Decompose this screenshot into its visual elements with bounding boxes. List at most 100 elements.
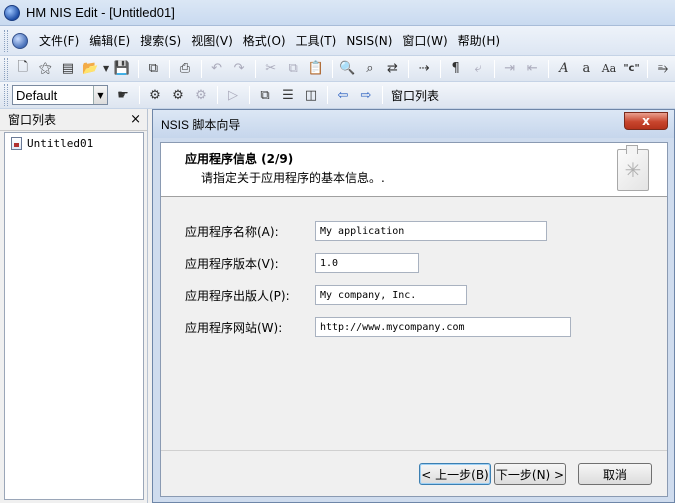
menu-view[interactable]: 视图(V): [186, 30, 238, 51]
run-icon[interactable]: ▷: [222, 85, 244, 105]
quote-icon[interactable]: "c": [621, 59, 643, 79]
goto-line-icon[interactable]: ⇢: [413, 59, 435, 79]
app-publisher-label: 应用程序出版人(P):: [185, 288, 290, 303]
save-icon[interactable]: 💾: [111, 59, 133, 79]
uppercase-icon[interactable]: Aa: [598, 59, 620, 79]
separator: [331, 59, 333, 78]
cascade-icon[interactable]: ⧉: [254, 85, 276, 105]
open-folder-icon[interactable]: 📂: [80, 59, 102, 79]
menu-tools[interactable]: 工具(T): [291, 30, 342, 51]
app-name-row: 应用程序名称(A): My application: [185, 221, 547, 241]
wizard-document-icon: ✳: [617, 145, 649, 191]
chevron-down-icon[interactable]: ▼: [93, 86, 107, 104]
compile-run-icon[interactable]: ⚙: [167, 85, 189, 105]
outdent-icon[interactable]: ⇤: [521, 59, 543, 79]
paragraph-mark-icon[interactable]: ¶: [445, 59, 467, 79]
app-version-label: 应用程序版本(V):: [185, 256, 279, 271]
separator: [254, 59, 256, 78]
app-publisher-field[interactable]: My company, Inc.: [315, 285, 467, 305]
separator: [169, 59, 171, 78]
lowercase-icon[interactable]: a: [576, 59, 598, 79]
list-item[interactable]: Untitled01: [11, 137, 137, 150]
replace-icon[interactable]: ⇄: [382, 59, 404, 79]
app-website-field[interactable]: http://www.mycompany.com: [315, 317, 571, 337]
print-icon[interactable]: ⎙: [174, 59, 196, 79]
toolbar-grip[interactable]: [4, 84, 8, 106]
main-toolbar: 🗋 ⚝ ▤ 📂 ▼ 💾 ⧉ ⎙ ↶ ↷ ✂ ⧉ 📋 🔍 ⌕ ⇄ ⇢ ¶ ⤶ ⇥ …: [0, 56, 675, 82]
find-next-icon[interactable]: ⌕: [359, 59, 381, 79]
toolbar-grip[interactable]: [4, 29, 8, 52]
cut-icon[interactable]: ✂: [260, 59, 282, 79]
wizard-icon[interactable]: ⚝: [35, 59, 57, 79]
app-publisher-row: 应用程序出版人(P): My company, Inc.: [185, 285, 467, 305]
window-list-button[interactable]: 窗口列表: [387, 87, 443, 104]
new-file-icon[interactable]: 🗋: [12, 59, 34, 79]
toolbar-grip[interactable]: [4, 57, 8, 80]
wizard-header: 应用程序信息 (2/9) 请指定关于应用程序的基本信息。. ✳: [161, 143, 667, 197]
insert-icon[interactable]: ⥱: [652, 59, 674, 79]
tile-horizontal-icon[interactable]: ☰: [277, 85, 299, 105]
tile-vertical-icon[interactable]: ◫: [300, 85, 322, 105]
save-all-icon[interactable]: ⧉: [143, 59, 165, 79]
undo-icon[interactable]: ↶: [206, 59, 228, 79]
dialog-title: NSIS 脚本向导: [161, 117, 241, 132]
title-bar: HM NIS Edit - [Untitled01]: [0, 0, 675, 26]
dropdown-arrow-icon[interactable]: ▼: [102, 59, 110, 79]
find-icon[interactable]: 🔍: [337, 59, 359, 79]
menu-format[interactable]: 格式(O): [238, 30, 291, 51]
template-icon[interactable]: ▤: [57, 59, 79, 79]
window-title: HM NIS Edit - [Untitled01]: [26, 5, 175, 20]
window-list: Untitled01: [4, 132, 144, 500]
wizard-step-title: 应用程序信息 (2/9): [185, 152, 294, 166]
separator: [439, 59, 441, 78]
copy-icon[interactable]: ⧉: [282, 59, 304, 79]
arrow-left-icon[interactable]: ⇦: [332, 85, 354, 105]
dialog-title-bar: NSIS 脚本向导 x: [153, 110, 674, 138]
cancel-button[interactable]: 取消: [578, 463, 652, 485]
window-list-panel: 窗口列表 × Untitled01: [0, 109, 148, 503]
stop-compile-icon[interactable]: ⚙: [190, 85, 212, 105]
style-combo-value: Default: [16, 87, 58, 103]
separator: [408, 59, 410, 78]
panel-title: 窗口列表: [8, 113, 57, 127]
menu-file[interactable]: 文件(F): [34, 30, 84, 51]
app-name-field[interactable]: My application: [315, 221, 547, 241]
app-name-label: 应用程序名称(A):: [185, 224, 279, 239]
back-button[interactable]: < 上一步(B): [419, 463, 491, 485]
app-website-row: 应用程序网站(W): http://www.mycompany.com: [185, 317, 571, 337]
separator: [647, 59, 649, 78]
app-website-label: 应用程序网站(W):: [185, 320, 283, 335]
list-item-label: Untitled01: [27, 137, 94, 150]
close-icon[interactable]: x: [624, 112, 668, 130]
separator: [139, 86, 140, 104]
close-icon[interactable]: ×: [130, 112, 141, 127]
next-button[interactable]: 下一步(N) >: [494, 463, 566, 485]
app-version-field[interactable]: 1.0: [315, 253, 419, 273]
footer-divider: [161, 450, 667, 451]
menu-window[interactable]: 窗口(W): [397, 30, 452, 51]
arrow-right-icon[interactable]: ⇨: [355, 85, 377, 105]
separator: [327, 86, 328, 104]
secondary-toolbar: Default ▼ ☛ ⚙ ⚙ ⚙ ▷ ⧉ ☰ ◫ ⇦ ⇨ 窗口列表: [0, 82, 675, 109]
hand-icon[interactable]: ☛: [112, 85, 134, 105]
redo-icon[interactable]: ↷: [228, 59, 250, 79]
word-wrap-icon[interactable]: ⤶: [467, 59, 489, 79]
app-icon: [4, 4, 20, 21]
separator: [200, 59, 202, 78]
separator: [382, 86, 383, 104]
font-italic-icon[interactable]: A: [553, 59, 575, 79]
panel-header: 窗口列表 ×: [0, 109, 147, 131]
paste-icon[interactable]: 📋: [305, 59, 327, 79]
menu-search[interactable]: 搜索(S): [135, 30, 186, 51]
menu-help[interactable]: 帮助(H): [453, 30, 505, 51]
style-combo[interactable]: Default ▼: [12, 85, 108, 105]
separator: [493, 59, 495, 78]
menu-nsis[interactable]: NSIS(N): [341, 32, 397, 50]
menu-edit[interactable]: 编辑(E): [84, 30, 135, 51]
compile-icon[interactable]: ⚙: [144, 85, 166, 105]
indent-icon[interactable]: ⇥: [499, 59, 521, 79]
system-menu-icon[interactable]: [12, 32, 28, 49]
wizard-dialog: NSIS 脚本向导 x 应用程序信息 (2/9) 请指定关于应用程序的基本信息。…: [152, 109, 675, 503]
separator: [249, 86, 250, 104]
separator: [137, 59, 139, 78]
